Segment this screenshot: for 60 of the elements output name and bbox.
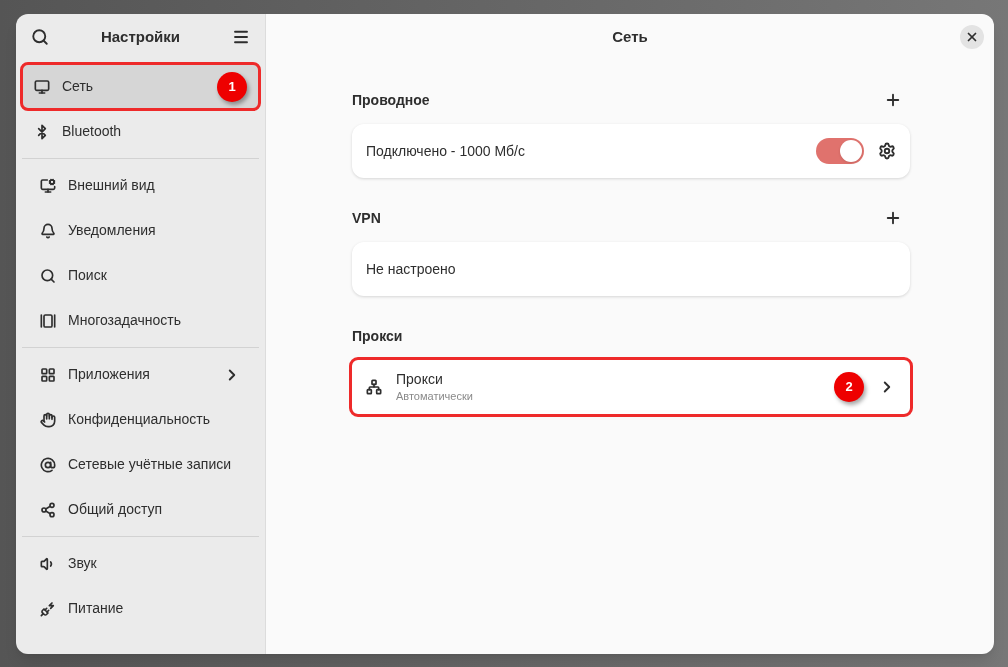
sidebar-label: Общий доступ (68, 500, 164, 519)
sidebar-item[interactable]: Общий доступ (28, 487, 253, 532)
plus-icon (884, 209, 902, 227)
sidebar-item[interactable]: Конфиденциальность (28, 397, 253, 442)
page-title: Сеть (612, 26, 648, 47)
search-button[interactable] (31, 28, 49, 46)
sidebar-item[interactable]: Внешний вид (28, 163, 253, 208)
vpn-status: Не настроено (366, 259, 456, 279)
close-button[interactable] (960, 25, 984, 49)
sidebar-label: Многозадачность (68, 311, 182, 330)
sidebar-title: Настройки (100, 26, 181, 47)
connection-status: Подключено - 1000 Мб/с (366, 141, 526, 161)
search-icon (40, 267, 56, 284)
hand-icon (40, 411, 56, 428)
sidebar-label: Питание (68, 599, 125, 618)
sidebar-label: Внешний вид (68, 176, 156, 195)
toggle-switch[interactable] (816, 138, 864, 164)
sidebar-item[interactable]: Bluetooth (22, 109, 259, 154)
monitor-icon (40, 177, 56, 194)
plus-icon (884, 91, 902, 109)
sidebar-item[interactable]: Поиск (28, 253, 253, 298)
sidebar-item[interactable]: Сетевые учётные записи (28, 442, 253, 487)
computer-icon (34, 78, 50, 95)
sidebar-label: Bluetooth (62, 122, 123, 141)
section-heading: VPN (352, 208, 381, 228)
settings-button[interactable] (878, 142, 896, 160)
menu-icon (232, 28, 250, 46)
grid-icon (40, 366, 56, 383)
plug-icon (40, 600, 56, 617)
section-heading: Проводное (352, 90, 430, 110)
number-badge: 1 (217, 71, 247, 102)
gear-icon (878, 142, 896, 160)
sidebar-label: Сетевые учётные записи (68, 455, 233, 474)
sidebar-label: Сеть (62, 77, 95, 96)
menu-button[interactable] (232, 28, 250, 46)
number-badge: 2 (834, 372, 864, 402)
close-icon (965, 30, 979, 44)
sidebar-item[interactable]: Звук (28, 541, 253, 586)
network-icon (366, 379, 382, 395)
sidebar-label: Уведомления (68, 221, 157, 240)
sidebar-label: Конфиденциальность (68, 410, 211, 429)
share-icon (40, 501, 56, 518)
section-heading: Прокси (352, 326, 403, 346)
add-button[interactable] (884, 209, 902, 227)
sidebar-label: Поиск (68, 266, 108, 285)
windows-icon (40, 312, 56, 329)
sidebar-item[interactable]: Многозадачность (28, 298, 253, 343)
sidebar-label: Звук (68, 554, 98, 573)
at-sign-icon (40, 456, 56, 473)
proxy-row[interactable]: Прокси Автоматически 2 (352, 360, 910, 414)
add-button[interactable] (884, 91, 902, 109)
search-icon (31, 28, 49, 46)
sidebar-item[interactable]: Сеть 1 (22, 64, 259, 109)
proxy-label: Прокси (396, 369, 444, 388)
sidebar-label: Приложения (68, 365, 151, 384)
proxy-mode: Автоматически (396, 388, 474, 404)
sidebar-item[interactable]: Питание (28, 586, 253, 631)
bell-icon (40, 222, 56, 239)
sidebar-item[interactable]: Уведомления (28, 208, 253, 253)
sidebar-item[interactable]: Приложения (28, 352, 253, 397)
